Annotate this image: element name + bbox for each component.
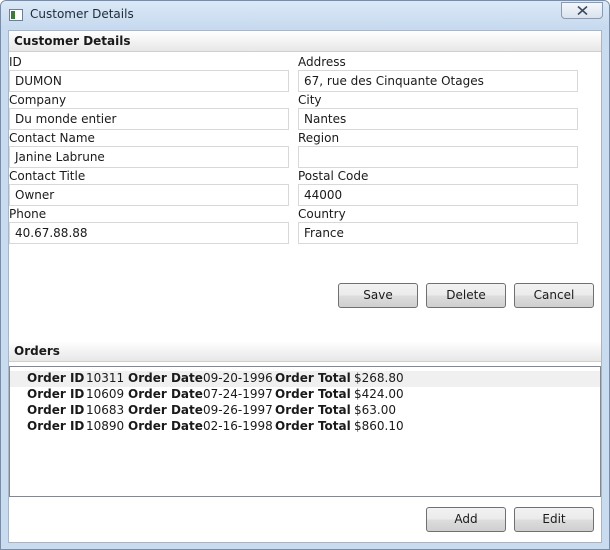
country-label: Country	[298, 207, 346, 221]
postal-code-field[interactable]: 44000	[298, 184, 578, 206]
order-total-label: Order Total	[275, 371, 351, 385]
contact-name-field[interactable]: Janine Labrune	[9, 146, 289, 168]
country-field[interactable]: France	[298, 222, 578, 244]
order-id-value: 10609	[86, 387, 125, 401]
order-date-value: 09-26-1997	[203, 403, 273, 417]
cancel-button[interactable]: Cancel	[514, 283, 594, 308]
order-row[interactable]: Order ID 10683 Order Date 09-26-1997 Ord…	[10, 403, 600, 419]
order-total-value: $63.00	[354, 403, 396, 417]
order-id-label: Order ID	[27, 419, 85, 433]
save-button[interactable]: Save	[338, 283, 418, 308]
region-field[interactable]	[298, 146, 578, 168]
order-id-value: 10311	[86, 371, 125, 385]
add-button[interactable]: Add	[426, 507, 506, 532]
order-row[interactable]: Order ID 10890 Order Date 02-16-1998 Ord…	[10, 419, 600, 435]
contact-title-field[interactable]: Owner	[9, 184, 289, 206]
id-field[interactable]: DUMON	[9, 70, 289, 92]
order-id-value: 10683	[86, 403, 125, 417]
title-bar[interactable]: Customer Details	[1, 1, 609, 29]
postal-code-label: Postal Code	[298, 169, 369, 183]
order-total-label: Order Total	[275, 419, 351, 433]
order-total-value: $424.00	[354, 387, 404, 401]
order-date-label: Order Date	[128, 387, 203, 401]
contact-title-label: Contact Title	[9, 169, 86, 183]
order-date-value: 07-24-1997	[203, 387, 273, 401]
address-label: Address	[298, 55, 346, 69]
contact-name-label: Contact Name	[9, 131, 95, 145]
order-id-label: Order ID	[27, 403, 85, 417]
order-date-label: Order Date	[128, 419, 203, 433]
orders-list[interactable]: Order ID 10311 Order Date 09-20-1996 Ord…	[9, 366, 601, 497]
window-app-icon	[9, 9, 23, 21]
orders-header: Orders	[9, 341, 601, 362]
order-total-label: Order Total	[275, 387, 351, 401]
order-id-label: Order ID	[27, 387, 85, 401]
order-row[interactable]: Order ID 10311 Order Date 09-20-1996 Ord…	[10, 371, 600, 387]
order-row[interactable]: Order ID 10609 Order Date 07-24-1997 Ord…	[10, 387, 600, 403]
phone-field[interactable]: 40.67.88.88	[9, 222, 289, 244]
order-date-label: Order Date	[128, 371, 203, 385]
id-label: ID	[9, 55, 22, 69]
customer-details-header: Customer Details	[9, 31, 601, 52]
city-label: City	[298, 93, 322, 107]
order-total-value: $268.80	[354, 371, 404, 385]
order-date-value: 02-16-1998	[203, 419, 273, 433]
region-label: Region	[298, 131, 340, 145]
address-field[interactable]: 67, rue des Cinquante Otages	[298, 70, 578, 92]
company-field[interactable]: Du monde entier	[9, 108, 289, 130]
window-title: Customer Details	[30, 7, 134, 21]
order-total-value: $860.10	[354, 419, 404, 433]
order-total-label: Order Total	[275, 403, 351, 417]
customer-details-window: Customer Details Customer Details ID DUM…	[0, 0, 610, 550]
close-icon	[577, 6, 588, 15]
company-label: Company	[9, 93, 67, 107]
order-id-value: 10890	[86, 419, 125, 433]
client-area: Customer Details ID DUMON Company Du mon…	[8, 30, 602, 543]
close-button[interactable]	[561, 2, 603, 19]
phone-label: Phone	[9, 207, 47, 221]
edit-button[interactable]: Edit	[514, 507, 594, 532]
order-date-value: 09-20-1996	[203, 371, 273, 385]
delete-button[interactable]: Delete	[426, 283, 506, 308]
order-date-label: Order Date	[128, 403, 203, 417]
city-field[interactable]: Nantes	[298, 108, 578, 130]
order-id-label: Order ID	[27, 371, 85, 385]
